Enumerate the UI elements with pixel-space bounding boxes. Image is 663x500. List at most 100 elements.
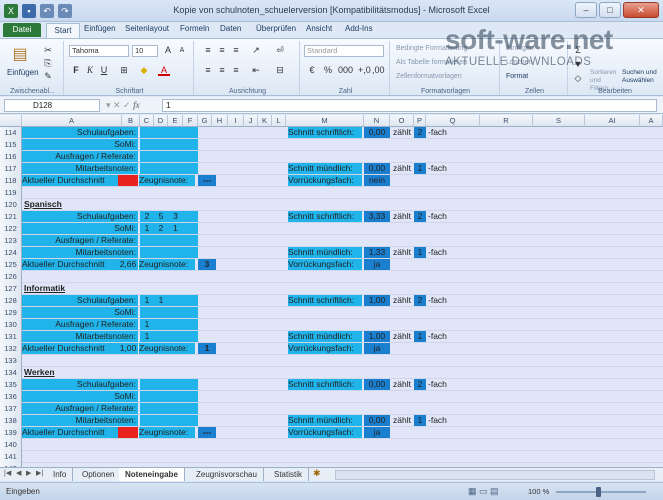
average-value[interactable]: 0,00 [364,163,390,174]
grade-category-label[interactable]: Ausfragen / Referate: [22,319,138,330]
average-value[interactable]: 1,33 [364,247,390,258]
tab-einfuegen[interactable]: Einfügen [84,24,116,33]
align-center-icon[interactable]: ≡ [216,65,228,76]
report-grade-label[interactable]: Zeugnisnote: [139,259,195,270]
average-type-label[interactable]: Vorrückungsfach: [288,427,362,438]
row-header[interactable]: 125 [0,259,22,271]
grow-font-icon[interactable]: A [162,45,174,56]
column-header[interactable]: Q [426,115,480,127]
average-type-label[interactable]: Vorrückungsfach: [288,259,362,270]
align-left-icon[interactable]: ≡ [202,65,214,76]
sheet-tab[interactable]: Zeugnisvorschau [190,468,264,481]
row-header[interactable]: 140 [0,439,22,451]
average-value[interactable]: 0,00 [364,127,390,138]
horizontal-scrollbar[interactable] [335,470,655,480]
paste-icon[interactable]: ▤ [10,45,30,65]
currency-icon[interactable]: € [306,65,318,76]
column-header[interactable]: J [244,115,258,127]
font-color-icon[interactable]: A [158,65,170,76]
first-sheet-icon[interactable]: |◀ [4,469,11,477]
weight-suffix[interactable]: -fach [428,331,468,342]
grade-cell[interactable] [154,403,168,414]
align-bottom-icon[interactable]: ≡ [230,45,242,56]
counts-label[interactable]: zählt [390,247,414,258]
border-icon[interactable]: ⊞ [118,65,130,76]
grade-cell[interactable] [154,235,168,246]
increase-decimal-icon[interactable]: +,0 [358,65,371,76]
column-header[interactable]: O [390,115,414,127]
row-header[interactable]: 121 [0,211,22,223]
function-icon[interactable]: ▾ ✕ ✓ fx [106,99,160,112]
row-header[interactable]: 124 [0,247,22,259]
grade-cell[interactable] [183,403,198,414]
paste-button[interactable]: Einfügen [7,68,39,78]
merge-cells-icon[interactable]: ⊟ [274,65,286,76]
grade-cell[interactable] [168,127,183,138]
cell-styles-button[interactable]: Zellenformatvorlagen [396,72,462,82]
column-header[interactable]: M [286,115,364,127]
grade-cell[interactable] [154,247,168,258]
average-type-label[interactable]: Vorrückungsfach: [288,175,362,186]
align-middle-icon[interactable]: ≡ [216,45,228,56]
find-select-button[interactable]: Suchen und Auswählen [622,69,660,85]
average-value[interactable]: 3,33 [364,211,390,222]
grade-cell[interactable] [154,139,168,150]
weight-value[interactable]: 2 [414,295,426,306]
grade-category-label[interactable]: SoMi: [22,223,138,234]
format-cells-button[interactable]: Format [506,72,528,82]
grade-cell[interactable] [168,379,183,390]
weight-value[interactable]: 2 [414,211,426,222]
grade-cell[interactable]: 1 [154,295,168,306]
average-type-label[interactable]: Schnitt mündlich: [288,415,362,426]
column-header[interactable]: H [212,115,228,127]
average-type-label[interactable]: Schnitt mündlich: [288,331,362,342]
current-average-label[interactable]: Aktueller Durchschnitt [22,427,118,438]
grade-cell[interactable] [168,151,183,162]
weight-suffix[interactable]: -fach [428,379,468,390]
row-header[interactable]: 141 [0,451,22,463]
column-header[interactable]: R [480,115,533,127]
column-header[interactable]: S [533,115,585,127]
grade-cell[interactable] [140,415,154,426]
grade-cell[interactable] [140,403,154,414]
grade-category-label[interactable]: SoMi: [22,391,138,402]
average-value[interactable]: 0,00 [364,379,390,390]
grade-cell[interactable] [140,391,154,402]
row-header[interactable]: 115 [0,139,22,151]
grade-cell[interactable] [140,163,154,174]
subject-title[interactable]: Informatik [24,283,134,294]
grade-cell[interactable] [183,163,198,174]
grade-cell[interactable]: 1 [140,223,154,234]
copy-icon[interactable]: ⎘ [42,58,54,69]
grade-category-label[interactable]: Ausfragen / Referate: [22,151,138,162]
grade-category-label[interactable]: Schulaufgaben: [22,211,138,222]
grade-cell[interactable] [140,307,154,318]
formula-input[interactable]: 1 [162,99,657,112]
grade-category-label[interactable]: SoMi: [22,139,138,150]
column-header[interactable]: F [183,115,198,127]
grade-cell[interactable] [154,331,168,342]
weight-value[interactable]: 1 [414,415,426,426]
average-value[interactable]: 1,00 [364,295,390,306]
row-header[interactable]: 129 [0,307,22,319]
percent-icon[interactable]: % [322,65,334,76]
grade-category-label[interactable]: Ausfragen / Referate: [22,235,138,246]
tab-seitenlayout[interactable]: Seitenlayout [125,24,169,33]
align-top-icon[interactable]: ≡ [202,45,214,56]
last-sheet-icon[interactable]: ▶| [36,469,43,477]
grade-category-label[interactable]: Mitarbeitsnoten: [22,331,138,342]
report-grade-value[interactable]: 1 [198,343,216,354]
tab-ueberpruefen[interactable]: Überprüfen [256,24,296,33]
average-value[interactable]: 1,00 [364,331,390,342]
column-header[interactable]: K [258,115,272,127]
grade-category-label[interactable]: Mitarbeitsnoten: [22,247,138,258]
font-name-select[interactable]: Tahoma [69,45,129,57]
weight-suffix[interactable]: -fach [428,211,468,222]
column-header[interactable]: I [228,115,244,127]
weight-suffix[interactable]: -fach [428,247,468,258]
italic-icon[interactable]: K [84,65,96,76]
counts-label[interactable]: zählt [390,331,414,342]
row-header[interactable]: 134 [0,367,22,379]
average-type-label[interactable]: Schnitt schriftlich: [288,127,362,138]
grade-category-label[interactable]: Mitarbeitsnoten: [22,415,138,426]
